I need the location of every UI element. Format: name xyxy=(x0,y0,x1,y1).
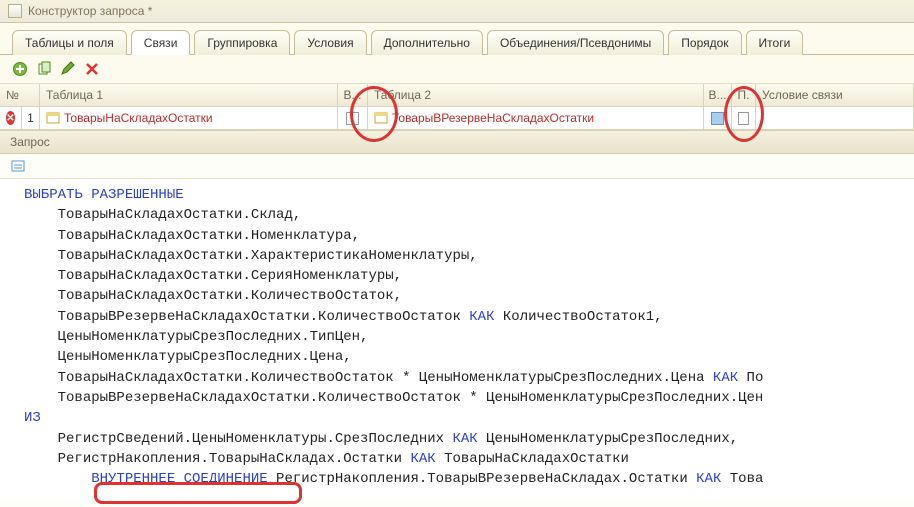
row-table2[interactable]: ТоварыВРезервеНаСкладахОстатки xyxy=(368,107,704,129)
kw-from: ИЗ xyxy=(24,410,41,426)
kw-select: ВЫБРАТЬ РАЗРЕШЕННЫЕ xyxy=(24,187,184,203)
table-icon xyxy=(374,111,388,125)
remove-row-icon[interactable]: ✕ xyxy=(6,111,15,125)
table2-name: ТоварыВРезервеНаСкладахОстатки xyxy=(392,111,594,125)
col-table2[interactable]: Таблица 2 xyxy=(368,84,704,106)
edit-icon[interactable] xyxy=(60,61,76,77)
query-refresh-icon[interactable] xyxy=(10,158,26,174)
title-bar: Конструктор запроса * xyxy=(0,0,914,23)
table-icon xyxy=(46,111,60,125)
grid-header: № Таблица 1 В... Таблица 2 В... П. Услов… xyxy=(0,84,914,107)
col-p[interactable]: П. xyxy=(732,84,756,106)
col-all1[interactable]: В... xyxy=(338,84,368,106)
col-condition[interactable]: Условие связи xyxy=(756,84,914,106)
copy-icon[interactable] xyxy=(36,61,52,77)
query-toolbar xyxy=(0,154,914,179)
checkbox-p[interactable] xyxy=(738,112,749,125)
col-all2[interactable]: В... xyxy=(704,84,732,106)
links-toolbar xyxy=(0,55,914,84)
row-p[interactable] xyxy=(732,107,756,129)
app-icon xyxy=(8,4,22,18)
tab-tables-fields[interactable]: Таблицы и поля xyxy=(12,30,127,55)
row-all1[interactable] xyxy=(338,107,368,129)
row-condition[interactable] xyxy=(756,107,914,129)
query-section-label: Запрос xyxy=(0,130,914,154)
row-delete[interactable]: ✕ xyxy=(0,107,22,129)
col-number[interactable]: № xyxy=(0,84,40,106)
checkbox-all2[interactable] xyxy=(711,112,724,125)
tab-order[interactable]: Порядок xyxy=(668,30,741,55)
tab-grouping[interactable]: Группировка xyxy=(194,30,290,55)
tab-conditions[interactable]: Условия xyxy=(294,30,366,55)
checkbox-all1[interactable] xyxy=(346,112,359,125)
row-all2[interactable] xyxy=(704,107,732,129)
window-title: Конструктор запроса * xyxy=(28,4,152,18)
query-text[interactable]: ВЫБРАТЬ РАЗРЕШЕННЫЕ ТоварыНаСкладахОстат… xyxy=(0,179,914,501)
tab-additional[interactable]: Дополнительно xyxy=(371,30,483,55)
table-row[interactable]: ✕ 1 ТоварыНаСкладахОстатки ТоварыВРезерв… xyxy=(0,107,914,130)
col-table1[interactable]: Таблица 1 xyxy=(40,84,338,106)
add-icon[interactable] xyxy=(12,61,28,77)
row-index: 1 xyxy=(22,107,40,129)
tab-links[interactable]: Связи xyxy=(131,30,191,55)
tab-totals[interactable]: Итоги xyxy=(746,30,804,55)
tab-unions-aliases[interactable]: Объединения/Псевдонимы xyxy=(487,30,664,55)
row-table1[interactable]: ТоварыНаСкладахОстатки xyxy=(40,107,338,129)
tab-strip: Таблицы и поля Связи Группировка Условия… xyxy=(0,23,914,55)
delete-icon[interactable] xyxy=(84,61,100,77)
table1-name: ТоварыНаСкладахОстатки xyxy=(64,111,213,125)
